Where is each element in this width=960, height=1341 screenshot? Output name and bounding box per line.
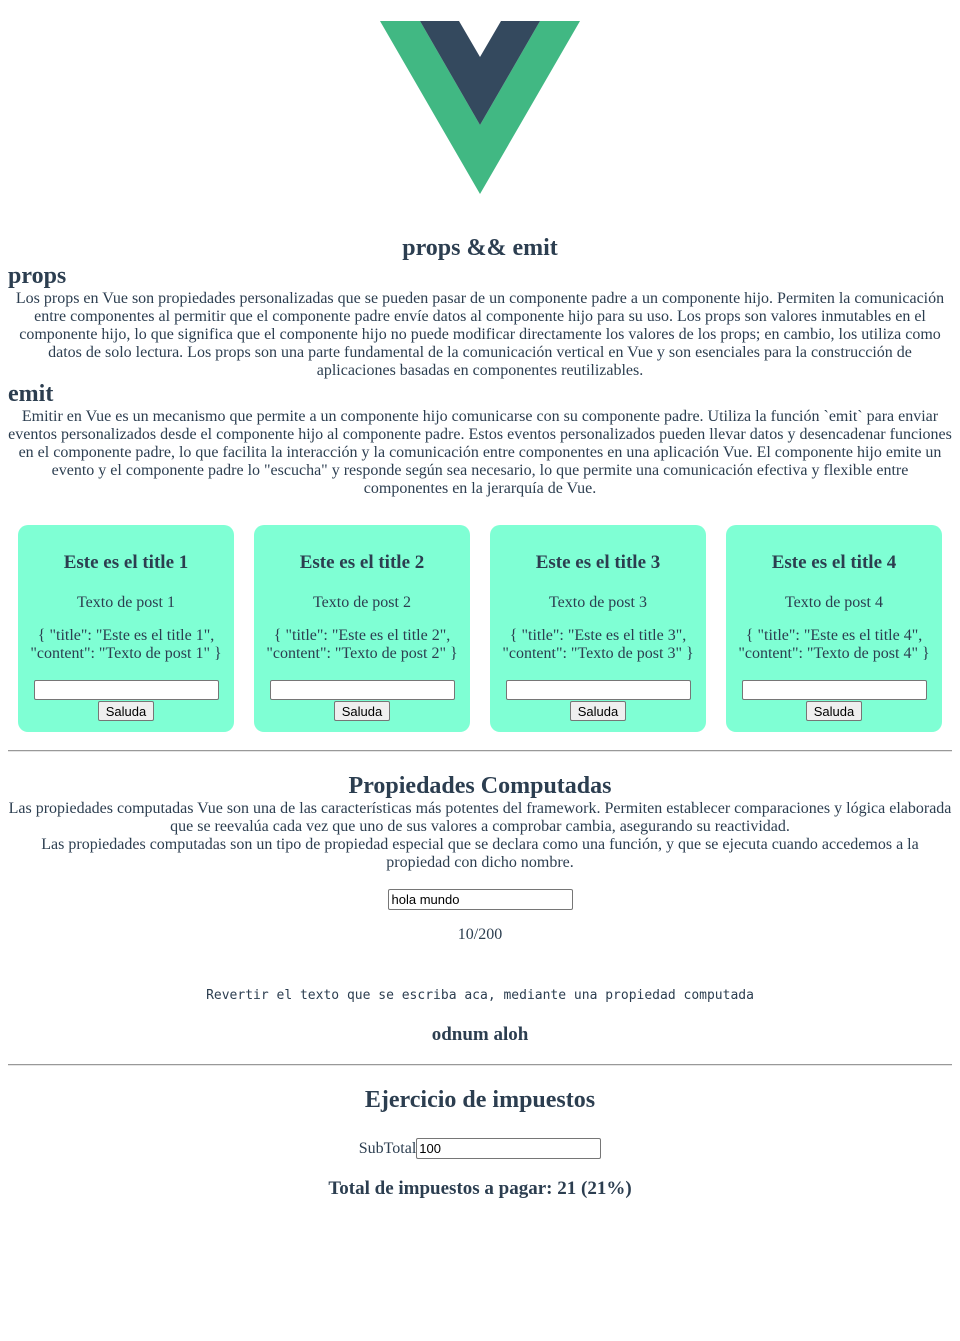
props-description: Los props en Vue son propiedades persona… — [15, 290, 945, 379]
computed-description-2: Las propiedades computadas son un tipo d… — [41, 836, 919, 871]
computed-description-1: Las propiedades computadas Vue son una d… — [8, 800, 952, 835]
computed-heading: Propiedades Computadas — [348, 773, 612, 799]
subtotal-input[interactable] — [416, 1138, 602, 1159]
post-card-title: Este es el title 2 — [299, 552, 425, 573]
saluda-button[interactable]: Saluda — [97, 701, 155, 721]
post-card-title: Este es el title 3 — [535, 552, 661, 573]
reversed-text: odnum aloh — [431, 1024, 529, 1045]
reverse-note: Revertir el texto que se escriba aca, me… — [206, 988, 754, 1003]
post-card: Este es el title 1 Texto de post 1 { "ti… — [18, 525, 234, 732]
taxes-heading: Ejercicio de impuestos — [364, 1087, 596, 1113]
post-cards: Este es el title 1 Texto de post 1 { "ti… — [18, 525, 942, 732]
post-card-json: { "title": "Este es el title 3", "conten… — [502, 627, 694, 662]
reverse-text-input[interactable] — [387, 889, 573, 910]
vue-logo — [380, 21, 580, 194]
section-divider — [8, 750, 952, 752]
post-card-json: { "title": "Este es el title 1", "conten… — [30, 627, 222, 662]
post-card-content: Texto de post 3 — [549, 594, 647, 611]
post-card-content: Texto de post 2 — [313, 594, 411, 611]
saluda-button[interactable]: Saluda — [805, 701, 863, 721]
emit-heading: emit — [8, 381, 54, 407]
props-heading: props — [8, 263, 67, 289]
post-card-title: Este es el title 1 — [63, 552, 189, 573]
post-card-input[interactable] — [33, 680, 219, 700]
page-title: props && emit — [402, 235, 558, 261]
post-card: Este es el title 3 Texto de post 3 { "ti… — [490, 525, 706, 732]
subtotal-row: SubTotal — [8, 1138, 952, 1159]
tax-total: Total de impuestos a pagar: 21 (21%) — [328, 1178, 632, 1199]
char-counter: 10/200 — [457, 926, 503, 943]
post-card-json: { "title": "Este es el title 2", "conten… — [266, 627, 458, 662]
page: props && emit props Los props en Vue son… — [0, 21, 960, 1200]
post-card-title: Este es el title 4 — [771, 552, 897, 573]
subtotal-label: SubTotal — [358, 1139, 417, 1157]
post-card-content: Texto de post 4 — [785, 594, 883, 611]
post-card-json: { "title": "Este es el title 4", "conten… — [738, 627, 930, 662]
post-card: Este es el title 2 Texto de post 2 { "ti… — [254, 525, 470, 732]
section-divider — [8, 1064, 952, 1066]
post-card: Este es el title 4 Texto de post 4 { "ti… — [726, 525, 942, 732]
post-card-input[interactable] — [741, 680, 927, 700]
post-card-content: Texto de post 1 — [77, 594, 175, 611]
saluda-button[interactable]: Saluda — [569, 701, 627, 721]
saluda-button[interactable]: Saluda — [333, 701, 391, 721]
post-card-input[interactable] — [269, 680, 455, 700]
emit-description: Emitir en Vue es un mecanismo que permit… — [8, 408, 952, 497]
post-card-input[interactable] — [505, 680, 691, 700]
